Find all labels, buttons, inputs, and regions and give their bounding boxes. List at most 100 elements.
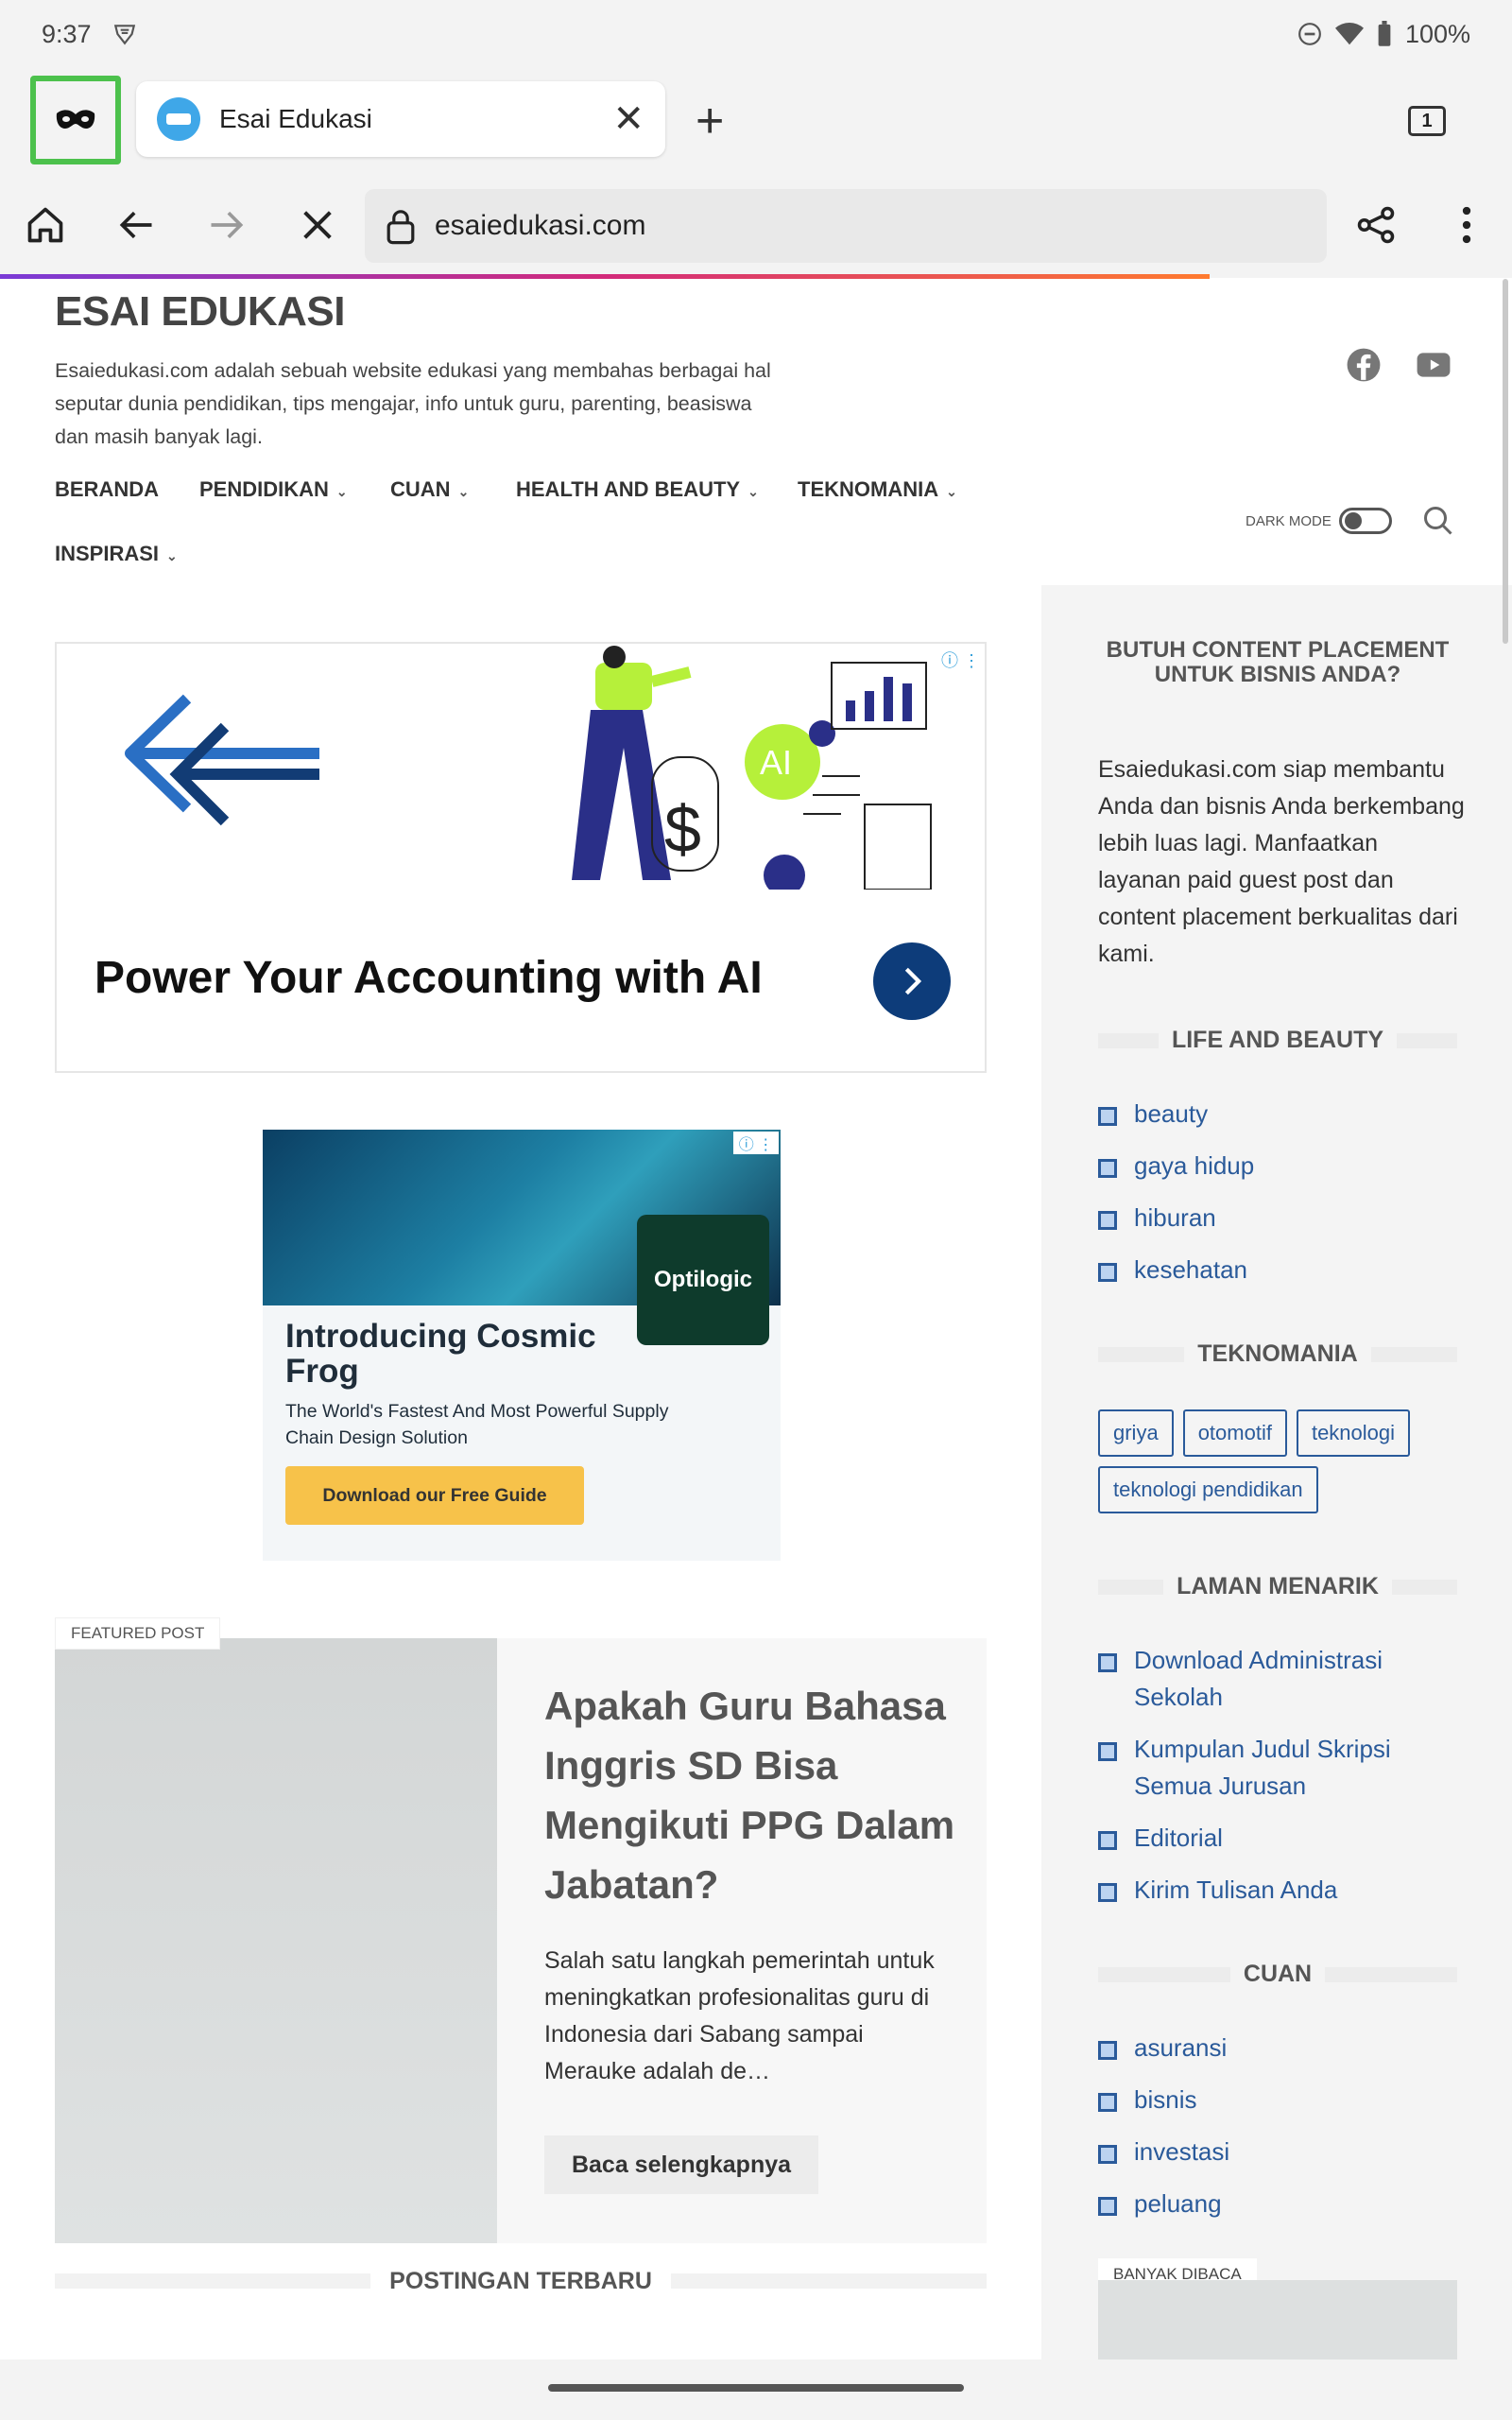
nav-beranda[interactable]: BERANDA bbox=[55, 477, 159, 502]
tag-griya[interactable]: griya bbox=[1098, 1409, 1174, 1457]
web-page: ESAI EDUKASI Esaiedukasi.com adalah sebu… bbox=[0, 279, 1512, 2360]
nav-cuan[interactable]: CUAN ⌄ bbox=[390, 477, 469, 502]
page-scrollbar[interactable] bbox=[1503, 279, 1508, 644]
ad-headline: Power Your Accounting with AI bbox=[94, 953, 763, 1003]
nav-pendidikan[interactable]: PENDIDIKAN ⌄ bbox=[199, 477, 348, 502]
ad-subtitle: The World's Fastest And Most Powerful Su… bbox=[285, 1401, 669, 1448]
back-arrow-icon[interactable] bbox=[112, 200, 161, 250]
laman-menarik-links: Download Administrasi Sekolah Kumpulan J… bbox=[1098, 1642, 1457, 1924]
sidebar-link-hiburan[interactable]: hiburan bbox=[1098, 1200, 1457, 1236]
ai-badge-text: AI bbox=[760, 743, 792, 782]
ad-banner-optilogic[interactable]: Optilogic ⓘ ⋮ Introducing Cosmic Frog Th… bbox=[263, 1130, 781, 1561]
sidebar-link-investasi[interactable]: investasi bbox=[1098, 2134, 1457, 2170]
close-tab-icon[interactable]: ✕ bbox=[612, 100, 644, 138]
tag-teknologi[interactable]: teknologi bbox=[1296, 1409, 1411, 1457]
nav-label: HEALTH AND BEAUTY bbox=[516, 477, 741, 501]
nav-teknomania[interactable]: TEKNOMANIA ⌄ bbox=[798, 477, 957, 502]
nav-label: PENDIDIKAN bbox=[199, 477, 329, 501]
wifi-icon bbox=[1334, 23, 1364, 45]
forward-arrow-icon[interactable] bbox=[202, 200, 251, 250]
featured-title[interactable]: Apakah Guru Bahasa Inggris SD Bisa Mengi… bbox=[544, 1676, 960, 1914]
chevron-down-icon: ⌄ bbox=[335, 484, 348, 499]
sidebar-link-kirim-tulisan[interactable]: Kirim Tulisan Anda bbox=[1098, 1872, 1457, 1909]
teknomania-heading: TEKNOMANIA bbox=[1098, 1340, 1457, 1368]
section-title: CUAN bbox=[1229, 1960, 1326, 1988]
new-tab-button[interactable]: + bbox=[696, 96, 724, 146]
site-description: Esaiedukasi.com adalah sebuah website ed… bbox=[55, 359, 771, 448]
latest-posts-title: POSTINGAN TERBARU bbox=[370, 2267, 671, 2295]
browser-toolbar: esaiedukasi.com bbox=[0, 174, 1512, 278]
svg-text:$: $ bbox=[664, 792, 701, 866]
stop-loading-icon[interactable] bbox=[293, 200, 342, 250]
sidebar-link-peluang[interactable]: peluang bbox=[1098, 2186, 1457, 2222]
chevron-down-icon: ⌄ bbox=[457, 484, 470, 499]
dark-mode-label: DARK MODE bbox=[1246, 512, 1332, 529]
battery-icon bbox=[1378, 21, 1391, 46]
ad-download-button[interactable]: Download our Free Guide bbox=[285, 1466, 584, 1525]
facebook-icon[interactable] bbox=[1346, 347, 1382, 383]
tab-count-button[interactable]: 1 bbox=[1408, 106, 1446, 136]
battery-level: 100% bbox=[1404, 19, 1470, 48]
read-more-button[interactable]: Baca selengkapnya bbox=[544, 2135, 818, 2194]
private-mode-button[interactable] bbox=[30, 76, 121, 164]
featured-post-label: FEATURED POST bbox=[55, 1617, 221, 1650]
sidebar-link-gaya-hidup[interactable]: gaya hidup bbox=[1098, 1148, 1457, 1184]
lock-icon bbox=[387, 210, 415, 245]
life-beauty-heading: LIFE AND BEAUTY bbox=[1098, 1026, 1457, 1054]
section-title: LIFE AND BEAUTY bbox=[1158, 1026, 1398, 1054]
sidebar-link-asuransi[interactable]: asuransi bbox=[1098, 2030, 1457, 2066]
sidebar-link-editorial[interactable]: Editorial bbox=[1098, 1820, 1457, 1857]
home-gesture-handle[interactable] bbox=[548, 2384, 964, 2392]
sidebar-link-judul-skripsi[interactable]: Kumpulan Judul Skripsi Semua Jurusan bbox=[1098, 1731, 1457, 1805]
nav-label: INSPIRASI bbox=[55, 542, 160, 565]
featured-excerpt: Salah satu langkah pemerintah untuk meni… bbox=[544, 1947, 935, 2084]
status-time: 9:37 bbox=[42, 19, 92, 48]
sidebar-link-kesehatan[interactable]: kesehatan bbox=[1098, 1252, 1457, 1288]
nav-inspirasi[interactable]: INSPIRASI ⌄ bbox=[55, 542, 178, 566]
featured-image[interactable] bbox=[55, 1638, 497, 2243]
chevron-down-icon: ⌄ bbox=[946, 484, 957, 499]
laman-menarik-heading: LAMAN MENARIK bbox=[1098, 1572, 1457, 1600]
teknomania-tags: griya otomotif teknologi teknologi pendi… bbox=[1098, 1409, 1457, 1513]
sidebar-link-beauty[interactable]: beauty bbox=[1098, 1096, 1457, 1132]
site-title[interactable]: ESAI EDUKASI bbox=[55, 288, 345, 336]
search-icon[interactable] bbox=[1421, 504, 1455, 538]
ad-intro-title: Introducing Cosmic Frog bbox=[285, 1318, 596, 1390]
cuan-heading: CUAN bbox=[1098, 1960, 1457, 1988]
promo-title: BUTUH CONTENT PLACEMENT UNTUK BISNIS AND… bbox=[1106, 637, 1450, 687]
sidebar-link-bisnis[interactable]: bisnis bbox=[1098, 2082, 1457, 2118]
nav-label: CUAN bbox=[390, 477, 451, 501]
menu-dots-icon[interactable] bbox=[1442, 200, 1491, 250]
share-icon[interactable] bbox=[1351, 200, 1400, 250]
shield-icon bbox=[113, 25, 135, 45]
ad-go-button[interactable] bbox=[873, 942, 951, 1020]
nav-label: BERANDA bbox=[55, 477, 159, 501]
ad-info-icon[interactable]: ⓘ ⋮ bbox=[941, 648, 980, 672]
tag-teknologi-pendidikan[interactable]: teknologi pendidikan bbox=[1098, 1466, 1318, 1513]
nav-health-and-beauty[interactable]: HEALTH AND BEAUTY ⌄ bbox=[516, 477, 759, 502]
site-favicon bbox=[157, 97, 200, 141]
sidebar: BUTUH CONTENT PLACEMENT UNTUK BISNIS AND… bbox=[1041, 585, 1512, 2360]
optilogic-logo: Optilogic bbox=[637, 1215, 769, 1345]
dark-mode-toggle[interactable]: DARK MODE bbox=[1246, 508, 1392, 534]
featured-post-card[interactable]: Apakah Guru Bahasa Inggris SD Bisa Mengi… bbox=[55, 1638, 987, 2243]
chevron-down-icon: ⌄ bbox=[747, 484, 759, 499]
back-arrow-graphic bbox=[125, 694, 319, 826]
system-nav-bar bbox=[0, 2360, 1512, 2420]
tab-esai-edukasi[interactable]: Esai Edukasi ✕ bbox=[136, 81, 665, 157]
section-title: TEKNOMANIA bbox=[1184, 1340, 1371, 1368]
dnd-icon bbox=[1298, 23, 1321, 45]
ad-info-icon[interactable]: ⓘ ⋮ bbox=[733, 1132, 779, 1154]
section-title: LAMAN MENARIK bbox=[1163, 1572, 1392, 1600]
sidebar-link-download-administrasi[interactable]: Download Administrasi Sekolah bbox=[1098, 1642, 1457, 1716]
ad-banner-accounting[interactable]: $ AI ⓘ ⋮ Power Your Accounting with AI bbox=[55, 642, 987, 1073]
tag-otomotif[interactable]: otomotif bbox=[1182, 1409, 1287, 1457]
latest-posts-heading: POSTINGAN TERBARU bbox=[55, 2262, 987, 2300]
youtube-icon[interactable] bbox=[1416, 347, 1452, 383]
url-text: esaiedukasi.com bbox=[435, 210, 646, 241]
toggle-switch[interactable] bbox=[1338, 508, 1392, 534]
banyak-dibaca-image[interactable] bbox=[1098, 2280, 1457, 2360]
chevron-down-icon: ⌄ bbox=[166, 548, 178, 563]
url-bar[interactable]: esaiedukasi.com bbox=[365, 189, 1327, 263]
home-icon[interactable] bbox=[21, 200, 70, 250]
